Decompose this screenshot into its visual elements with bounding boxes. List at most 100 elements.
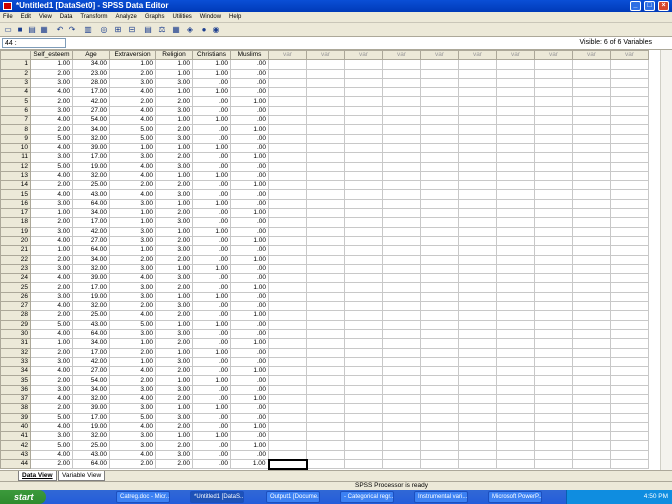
empty-cell[interactable]	[306, 77, 345, 89]
data-cell[interactable]: 3.00	[109, 198, 156, 210]
row-header[interactable]: 30	[0, 328, 31, 340]
data-cell[interactable]: 2.00	[30, 375, 73, 386]
empty-cell[interactable]	[344, 189, 383, 200]
empty-cell[interactable]	[572, 384, 611, 396]
empty-cell[interactable]	[268, 319, 307, 330]
empty-cell[interactable]	[268, 384, 307, 396]
row-header[interactable]: 20	[0, 235, 31, 247]
empty-cell[interactable]	[610, 133, 649, 144]
column-header[interactable]: Extraversion	[109, 50, 156, 61]
row-header[interactable]: 5	[0, 96, 31, 107]
empty-cell[interactable]	[572, 180, 611, 191]
menu-help[interactable]: Help	[226, 12, 244, 23]
empty-cell[interactable]	[572, 133, 611, 144]
empty-cell[interactable]	[496, 180, 535, 191]
empty-cell[interactable]	[268, 393, 307, 405]
data-cell[interactable]: 54.00	[72, 375, 110, 386]
data-cell[interactable]: 4.00	[109, 87, 156, 98]
empty-cell[interactable]	[268, 440, 307, 451]
empty-cell[interactable]	[572, 273, 611, 284]
empty-cell[interactable]	[572, 68, 611, 79]
empty-cell[interactable]	[344, 133, 383, 144]
empty-cell[interactable]	[306, 59, 345, 70]
empty-cell[interactable]	[496, 59, 535, 70]
empty-cell[interactable]	[572, 412, 611, 423]
data-cell[interactable]: 2.00	[109, 254, 156, 265]
data-cell[interactable]: 4.00	[30, 235, 73, 247]
empty-cell[interactable]	[534, 347, 573, 358]
data-cell[interactable]: 3.00	[30, 356, 73, 368]
data-cell[interactable]: 3.00	[109, 403, 156, 414]
empty-cell[interactable]	[496, 403, 535, 414]
empty-cell[interactable]	[306, 105, 345, 117]
empty-cell[interactable]	[344, 310, 383, 321]
data-cell[interactable]: 2.00	[109, 180, 156, 191]
empty-cell[interactable]	[420, 180, 459, 191]
data-cell[interactable]: 1.00	[230, 338, 269, 349]
empty-cell[interactable]	[420, 319, 459, 330]
data-cell[interactable]: 25.00	[72, 310, 110, 321]
empty-cell[interactable]	[382, 375, 421, 386]
data-cell[interactable]: 2.00	[155, 124, 193, 135]
data-cell[interactable]: 5.00	[109, 133, 156, 144]
empty-cell[interactable]	[496, 170, 535, 182]
row-header[interactable]: 35	[0, 375, 31, 386]
empty-cell[interactable]	[382, 310, 421, 321]
data-cell[interactable]: .00	[230, 87, 269, 98]
empty-cell[interactable]	[382, 96, 421, 107]
data-cell[interactable]: .00	[230, 328, 269, 340]
empty-cell[interactable]	[534, 245, 573, 256]
empty-cell[interactable]	[268, 105, 307, 117]
data-cell[interactable]: .00	[230, 170, 269, 182]
data-cell[interactable]: 1.00	[230, 393, 269, 405]
empty-cell[interactable]	[268, 254, 307, 265]
empty-cell[interactable]	[610, 208, 649, 219]
data-cell[interactable]: 34.00	[72, 338, 110, 349]
data-cell[interactable]: 39.00	[72, 142, 110, 154]
data-cell[interactable]: 19.00	[72, 161, 110, 172]
data-cell[interactable]: 2.00	[109, 68, 156, 79]
data-cell[interactable]: 4.00	[30, 328, 73, 340]
empty-cell[interactable]	[344, 124, 383, 135]
empty-cell[interactable]	[496, 356, 535, 368]
empty-cell[interactable]	[572, 217, 611, 228]
empty-cell[interactable]	[306, 375, 345, 386]
data-cell[interactable]: 5.00	[30, 412, 73, 423]
empty-cell[interactable]	[496, 440, 535, 451]
empty-cell[interactable]	[420, 170, 459, 182]
data-cell[interactable]: 27.00	[72, 105, 110, 117]
data-cell[interactable]: 3.00	[155, 133, 193, 144]
data-cell[interactable]: 2.00	[109, 300, 156, 312]
row-header[interactable]: 29	[0, 319, 31, 330]
empty-cell[interactable]	[344, 68, 383, 79]
empty-cell[interactable]	[534, 366, 573, 377]
empty-var-header[interactable]: var	[610, 50, 649, 61]
empty-cell[interactable]	[534, 328, 573, 340]
data-cell[interactable]: 2.00	[30, 68, 73, 79]
data-cell[interactable]: .00	[230, 347, 269, 358]
data-cell[interactable]: 1.00	[155, 198, 193, 210]
empty-cell[interactable]	[610, 235, 649, 247]
empty-cell[interactable]	[420, 235, 459, 247]
data-cell[interactable]: 1.00	[155, 263, 193, 275]
row-header[interactable]: 16	[0, 198, 31, 210]
data-cell[interactable]: .00	[192, 208, 231, 219]
empty-cell[interactable]	[572, 347, 611, 358]
empty-cell[interactable]	[344, 338, 383, 349]
empty-cell[interactable]	[344, 161, 383, 172]
empty-cell[interactable]	[534, 198, 573, 210]
empty-cell[interactable]	[458, 245, 497, 256]
empty-cell[interactable]	[268, 356, 307, 368]
corner-cell[interactable]	[0, 50, 31, 61]
empty-cell[interactable]	[458, 431, 497, 442]
empty-cell[interactable]	[534, 263, 573, 275]
empty-cell[interactable]	[572, 449, 611, 461]
empty-cell[interactable]	[420, 338, 459, 349]
empty-cell[interactable]	[610, 96, 649, 107]
empty-cell[interactable]	[420, 375, 459, 386]
empty-cell[interactable]	[420, 449, 459, 461]
empty-cell[interactable]	[572, 291, 611, 303]
empty-cell[interactable]	[382, 170, 421, 182]
empty-cell[interactable]	[610, 198, 649, 210]
empty-cell[interactable]	[610, 300, 649, 312]
